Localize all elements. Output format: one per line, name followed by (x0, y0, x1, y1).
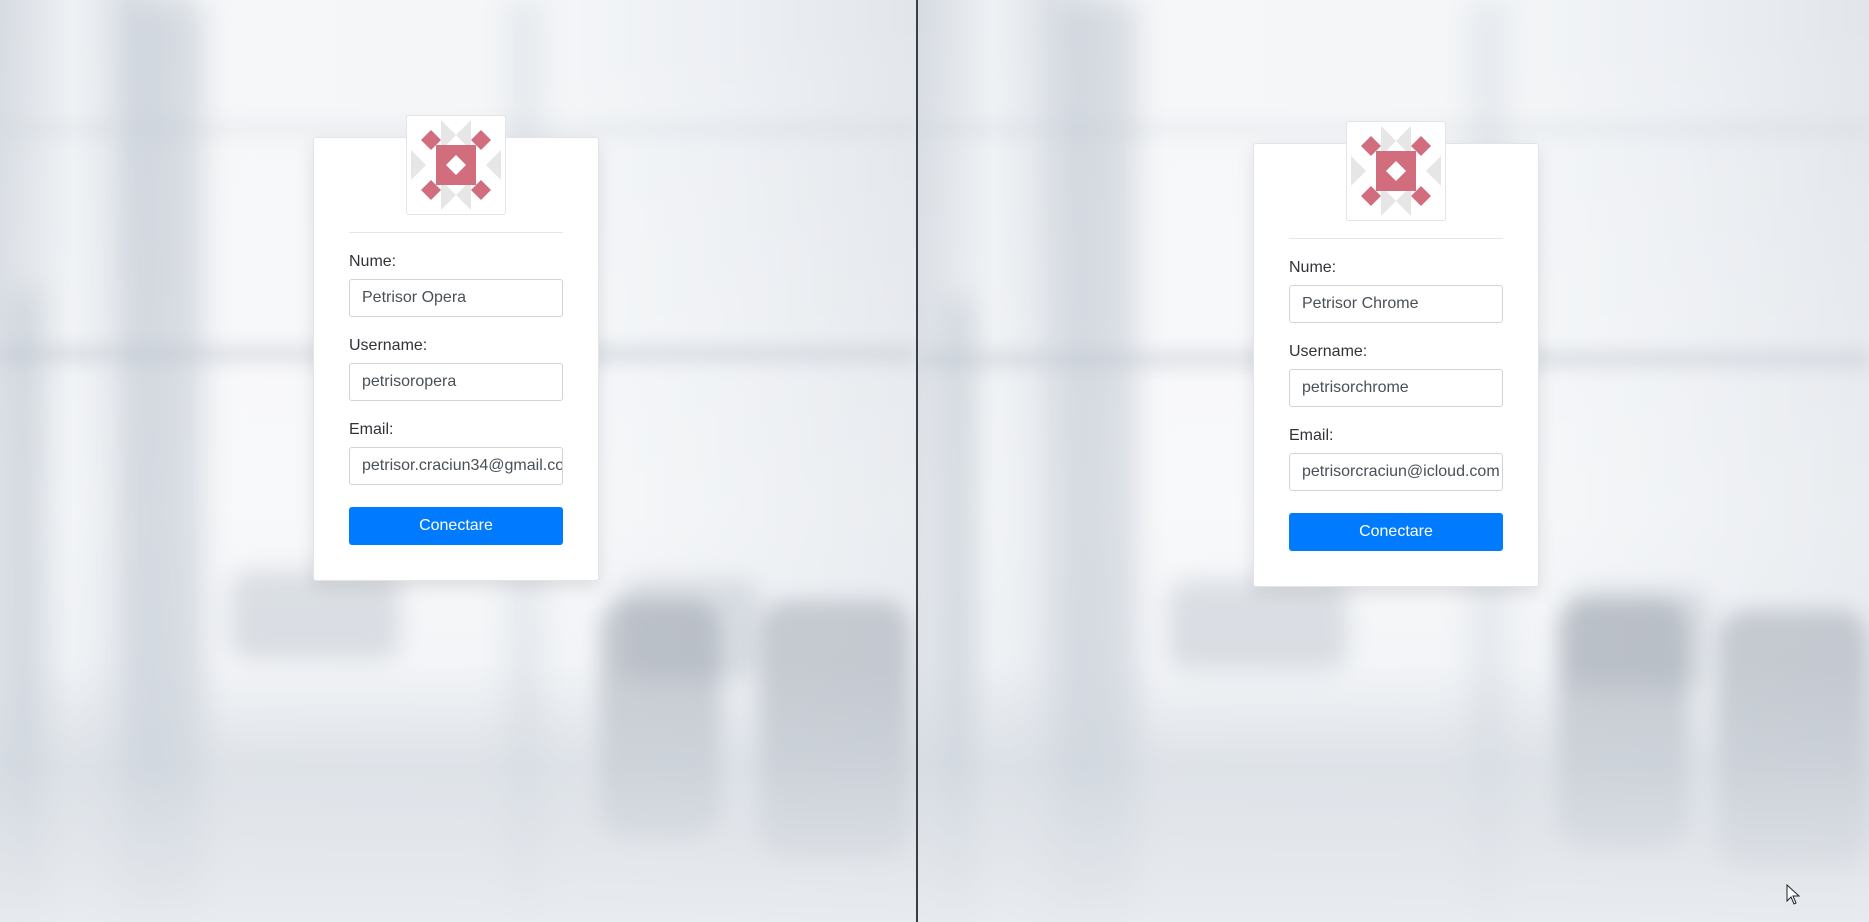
avatar (406, 115, 506, 215)
username-input[interactable]: petrisorchrome (1289, 369, 1503, 407)
email-input[interactable]: petrisor.craciun34@gmail.com (349, 447, 563, 485)
username-label: Username: (349, 337, 428, 354)
name-label: Nume: (349, 253, 397, 270)
email-input[interactable]: petrisorcraciun@icloud.com (1289, 453, 1503, 491)
desktop-screen: Nume: Petrisor Opera Username: petrisoro… (0, 0, 1869, 922)
identicon-avatar-icon (1351, 126, 1441, 216)
right-browser-pane: Nume: Petrisor Chrome Username: petrisor… (918, 0, 1869, 922)
username-input[interactable]: petrisoropera (349, 363, 563, 401)
email-label: Email: (1289, 427, 1334, 444)
login-card: Nume: Petrisor Chrome Username: petrisor… (1253, 121, 1539, 587)
name-input[interactable]: Petrisor Chrome (1289, 285, 1503, 323)
username-label: Username: (1289, 343, 1368, 360)
login-card: Nume: Petrisor Opera Username: petrisoro… (313, 115, 599, 581)
left-browser-pane: Nume: Petrisor Opera Username: petrisoro… (0, 0, 916, 922)
connect-button[interactable]: Conectare (1289, 513, 1503, 551)
name-label: Nume: (1289, 259, 1337, 276)
name-input[interactable]: Petrisor Opera (349, 279, 563, 317)
identicon-avatar-icon (411, 120, 501, 210)
avatar (1346, 121, 1446, 221)
mouse-pointer-icon (1786, 884, 1801, 905)
email-label: Email: (349, 421, 394, 438)
card-separator (1289, 238, 1503, 239)
connect-button[interactable]: Conectare (349, 507, 563, 545)
card-separator (349, 232, 563, 233)
